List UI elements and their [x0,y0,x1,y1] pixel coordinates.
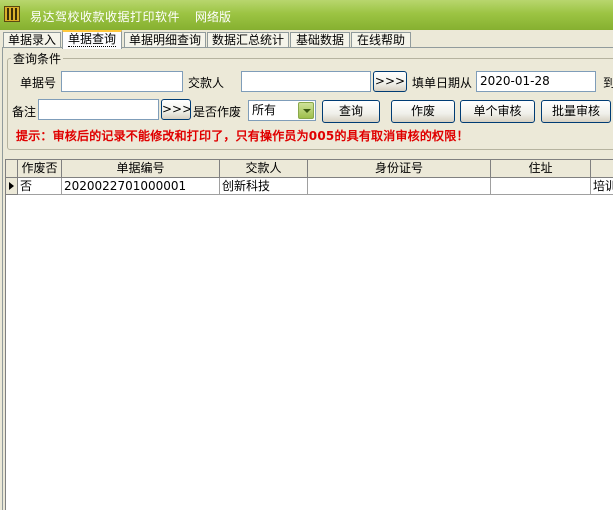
payer-input[interactable] [241,71,371,92]
column-header-void[interactable]: 作废否 [18,160,62,178]
remark-label: 备注 [12,105,37,119]
app-icon [4,6,20,22]
tab-label: 单据录入 [7,33,56,47]
tab-label: 数据汇总统计 [211,33,284,47]
tab-label: 基础数据 [295,33,344,47]
date-from-label: 填单日期从 [412,76,473,90]
tab-online-help[interactable]: 在线帮助 [351,32,411,48]
column-header-extra[interactable] [591,160,613,178]
tab-strip: 单据录入 单据查询 单据明细查询 数据汇总统计 基础数据 在线帮助 [0,30,613,49]
row-indicator-icon [6,178,18,195]
single-audit-button[interactable]: 单个审核 [460,100,535,123]
search-button[interactable]: 查询 [322,100,380,123]
chevron-down-icon[interactable] [298,102,314,119]
cell-id-number[interactable] [308,178,491,195]
void-status-label: 是否作废 [193,105,242,119]
tab-label: 单据明细查询 [128,33,201,47]
grid-header: 作废否 单据编号 交款人 身份证号 住址 [6,160,613,178]
window-edition: 网络版 [195,10,232,24]
batch-audit-button[interactable]: 批量审核 [541,100,611,123]
query-group-title: 查询条件 [11,50,64,67]
table-row[interactable]: 否 2020022701000001 创新科技 培训 [6,178,613,195]
void-status-select[interactable]: 所有 [248,100,316,121]
payer-label: 交款人 [188,76,225,90]
tab-label: 在线帮助 [356,33,405,47]
title-bar: 易达驾校收款收据打印软件 网络版 [0,0,613,30]
void-status-value: 所有 [252,103,277,117]
cell-extra[interactable]: 培训 [591,178,613,195]
tab-basic-data[interactable]: 基础数据 [290,32,350,48]
receipt-no-input[interactable] [61,71,183,92]
cell-receipt-no[interactable]: 2020022701000001 [62,178,220,195]
column-header-payer[interactable]: 交款人 [220,160,308,178]
tab-data-summary[interactable]: 数据汇总统计 [207,32,289,48]
tab-receipt-detail-query[interactable]: 单据明细查询 [124,32,206,48]
audit-hint-text: 提示：审核后的记录不能修改和打印了，只有操作员为005的具有取消审核的权限！ [16,129,469,143]
column-header-address[interactable]: 住址 [491,160,591,178]
tab-receipt-query[interactable]: 单据查询 [62,30,122,49]
cell-address[interactable] [491,178,591,195]
date-from-input[interactable]: 2020-01-28 [476,71,596,92]
column-header-receipt-no[interactable]: 单据编号 [62,160,220,178]
receipt-grid[interactable]: 作废否 单据编号 交款人 身份证号 住址 否 2020022701000001 … [5,159,613,510]
cell-payer[interactable]: 创新科技 [220,178,308,195]
tab-label: 单据查询 [67,32,116,47]
window-title: 易达驾校收款收据打印软件 [30,10,181,24]
grid-corner [6,160,18,178]
date-to-label: 到 [603,76,613,90]
remark-picker-button[interactable]: >>> [161,99,191,120]
payer-picker-button[interactable]: >>> [373,71,407,92]
void-button[interactable]: 作废 [391,100,455,123]
remark-input[interactable] [38,99,159,120]
receipt-no-label: 单据号 [20,76,57,90]
cell-void[interactable]: 否 [18,178,62,195]
tab-receipt-entry[interactable]: 单据录入 [3,32,61,48]
column-header-id-number[interactable]: 身份证号 [308,160,491,178]
